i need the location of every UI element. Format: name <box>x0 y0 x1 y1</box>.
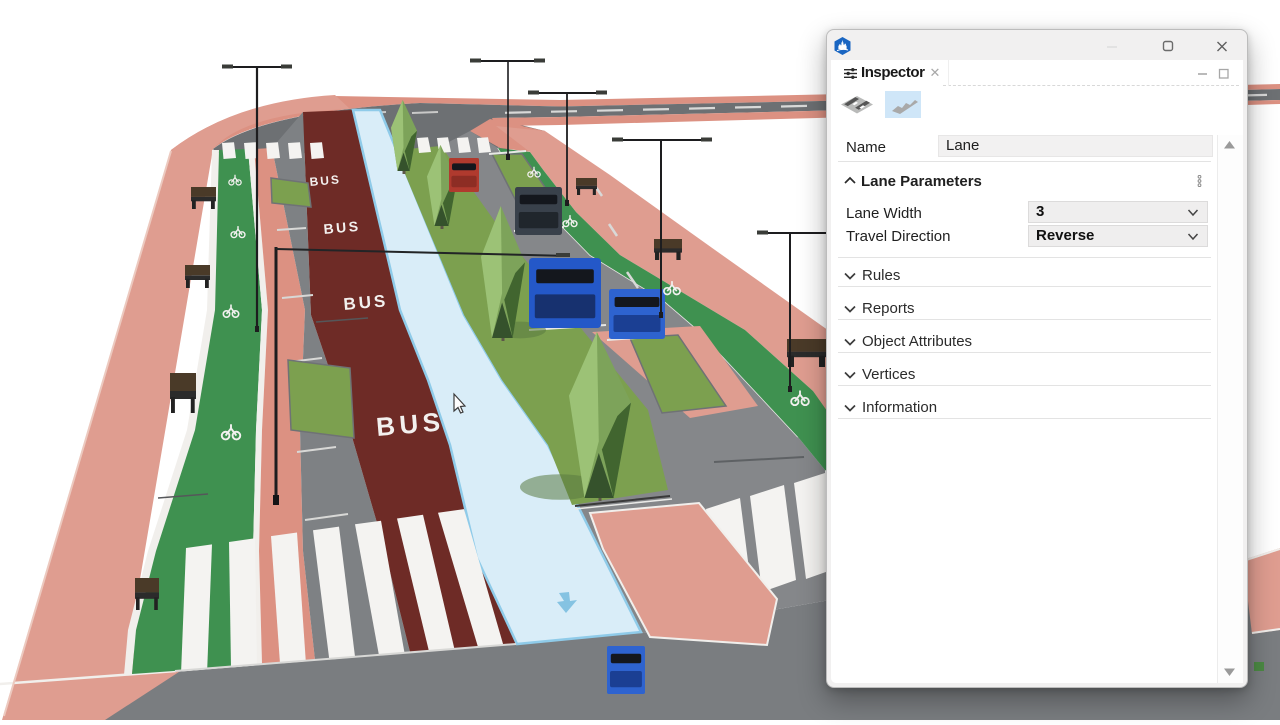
svg-text:BUS: BUS <box>309 172 341 189</box>
svg-text:BUS: BUS <box>375 406 446 442</box>
svg-text:BUS: BUS <box>343 291 389 314</box>
svg-text:BUS: BUS <box>323 218 361 237</box>
